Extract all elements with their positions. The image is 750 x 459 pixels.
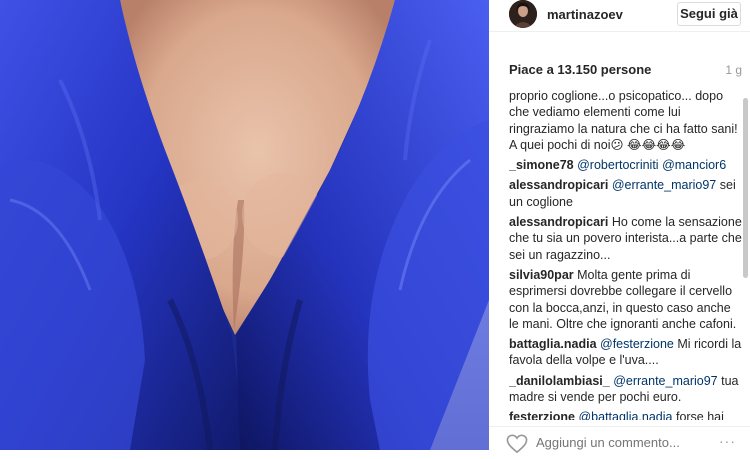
comment-author[interactable]: battaglia.nadia: [509, 337, 597, 351]
comment-item: festerzione @battaglia.nadia forse hai s…: [509, 409, 743, 420]
comment-author[interactable]: _danilolambiasi_: [509, 374, 610, 388]
comment-item: alessandropicari @errante_mario97 sei un…: [509, 177, 743, 210]
comment-item: _danilolambiasi_ @errante_mario97 tua ma…: [509, 373, 743, 406]
scrollbar-thumb[interactable]: [743, 98, 748, 278]
post-username[interactable]: martinazoev: [547, 7, 623, 22]
comment-author[interactable]: alessandropicari: [509, 178, 608, 192]
comment-item: alessandropicari Ho come la sensazione c…: [509, 214, 743, 263]
follow-button[interactable]: Segui già: [677, 2, 741, 26]
comment-item: silvia90par Molta gente prima di esprime…: [509, 267, 743, 332]
comment-item: battaglia.nadia @festerzione Mi ricordi …: [509, 336, 743, 369]
comment-mention[interactable]: @errante_mario97: [612, 178, 716, 192]
comments-list: proprio coglione...o psicopatico... dopo…: [509, 90, 743, 420]
comment-item: proprio coglione...o psicopatico... dopo…: [509, 90, 743, 153]
post-details-panel: martinazoev Segui già Piace a 13.150 per…: [489, 0, 750, 454]
more-options-button[interactable]: ···: [719, 433, 736, 449]
comment-mention[interactable]: @errante_mario97: [613, 374, 717, 388]
comment-bar: ···: [489, 426, 750, 454]
likes-count[interactable]: Piace a 13.150 persone: [509, 62, 651, 77]
post-header: martinazoev Segui già: [489, 0, 750, 32]
comment-mention[interactable]: @battaglia.nadia: [578, 410, 672, 420]
comment-author[interactable]: silvia90par: [509, 268, 574, 282]
comment-input[interactable]: [536, 435, 706, 450]
like-button[interactable]: [506, 434, 528, 454]
comment-mention[interactable]: @robertocriniti: [577, 158, 658, 172]
comment-text: proprio coglione...o psicopatico... dopo…: [509, 90, 738, 152]
likes-row: Piace a 13.150 persone 1 g: [509, 62, 742, 80]
portrait-photo-illustration: [0, 0, 489, 450]
avatar[interactable]: [509, 0, 537, 28]
comment-mention[interactable]: @festerzione: [600, 337, 674, 351]
comment-author[interactable]: festerzione: [509, 410, 575, 420]
comment-author[interactable]: _simone78: [509, 158, 574, 172]
heart-icon: [506, 434, 528, 454]
comment-mention[interactable]: @mancior6: [662, 158, 726, 172]
post-photo: [0, 0, 489, 450]
comment-item: _simone78 @robertocriniti @mancior6: [509, 157, 743, 173]
avatar-photo-icon: [509, 0, 537, 28]
post-age[interactable]: 1 g: [725, 63, 742, 77]
comment-author[interactable]: alessandropicari: [509, 215, 608, 229]
